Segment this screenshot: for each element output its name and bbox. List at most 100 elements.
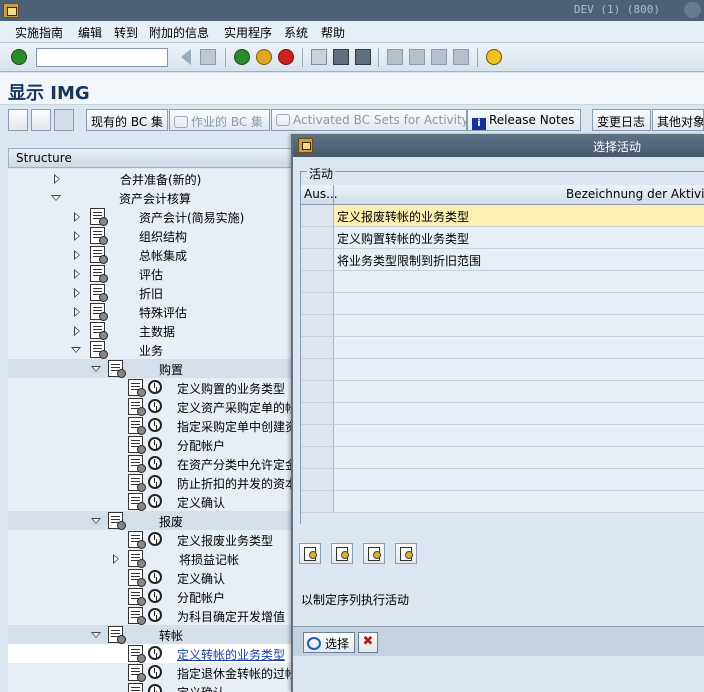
empty-row[interactable] (301, 359, 704, 381)
documentation-icon[interactable] (90, 284, 108, 302)
documentation-activity-icon[interactable] (395, 543, 417, 564)
tree-activity[interactable]: 指定采购定单中创建资 (8, 416, 298, 435)
expand-arrow-icon[interactable] (74, 288, 80, 298)
tree-activity-selected[interactable]: 定义转帐的业务类型 (8, 644, 298, 663)
tree-activity[interactable]: 在资产分类中允许定金 (8, 454, 298, 473)
row-selector[interactable] (301, 403, 334, 424)
tree-activity[interactable]: 指定退休金转帐的过帐变量 (8, 663, 321, 682)
documentation-icon[interactable] (90, 227, 108, 245)
empty-row[interactable] (301, 491, 704, 513)
tree-node[interactable]: 特殊评估 (8, 302, 298, 321)
row-selector[interactable] (301, 249, 334, 270)
collapse-arrow-icon[interactable] (71, 347, 81, 353)
first-page-icon[interactable] (387, 49, 403, 65)
tree-activity[interactable]: 分配帐户 (8, 587, 298, 606)
menu-utilities[interactable]: 实用程序 (224, 24, 272, 41)
tree-node[interactable]: 将损益记帐 (8, 549, 298, 568)
last-page-icon[interactable] (453, 49, 469, 65)
execute-activity-icon[interactable] (148, 456, 162, 470)
empty-row[interactable] (301, 403, 704, 425)
documentation-icon[interactable] (90, 208, 108, 226)
existing-bc-sets-button[interactable]: 现有的 BC 集 (86, 109, 168, 131)
collapse-arrow-icon[interactable] (91, 518, 101, 524)
documentation-icon[interactable] (90, 341, 108, 359)
row-selector[interactable] (301, 491, 334, 512)
tree-activity[interactable]: 分配帐户 (8, 435, 298, 454)
menu-system[interactable]: 系统 (284, 24, 308, 41)
activity-row[interactable]: 定义购置转帐的业务类型 (301, 227, 704, 249)
expand-arrow-icon[interactable] (113, 554, 119, 564)
execute-activity-icon[interactable] (148, 437, 162, 451)
documentation-icon[interactable] (108, 512, 126, 530)
find-next-icon[interactable] (355, 49, 371, 65)
menu-help[interactable]: 帮助 (321, 24, 345, 41)
documentation-icon[interactable] (128, 550, 146, 568)
next-page-icon[interactable] (431, 49, 447, 65)
documentation-icon[interactable] (128, 607, 146, 625)
expand-arrow-icon[interactable] (54, 174, 60, 184)
documentation-icon[interactable] (128, 569, 146, 587)
previous-page-icon[interactable] (409, 49, 425, 65)
empty-row[interactable] (301, 293, 704, 315)
find-icon[interactable] (333, 49, 349, 65)
documentation-icon[interactable] (108, 360, 126, 378)
tree-node[interactable]: 购置 (8, 359, 298, 378)
documentation-icon[interactable] (128, 588, 146, 606)
release-notes-button[interactable]: i Release Notes (467, 109, 581, 131)
documentation-icon[interactable] (90, 303, 108, 321)
execute-activity-icon[interactable] (148, 399, 162, 413)
execute-activity-icon[interactable] (148, 684, 162, 692)
documentation-icon[interactable] (90, 246, 108, 264)
execute-activity-icon[interactable] (148, 494, 162, 508)
collapse-arrow-icon[interactable] (51, 195, 61, 201)
row-selector[interactable] (301, 447, 334, 468)
execute-activity-icon[interactable] (148, 665, 162, 679)
row-selector[interactable] (301, 205, 334, 226)
documentation-icon[interactable] (128, 645, 146, 663)
menu-additional-info[interactable]: 附加的信息 (149, 24, 209, 41)
tree-activity[interactable]: 定义确认 (8, 682, 298, 692)
documentation-icon[interactable] (128, 493, 146, 511)
tree-activity[interactable]: 定义资产采购定单的帐 (8, 397, 298, 416)
window-control-icon[interactable] (684, 2, 701, 18)
empty-row[interactable] (301, 315, 704, 337)
tree-activity[interactable]: 定义确认 (8, 568, 298, 587)
activated-bc-sets-button[interactable]: Activated BC Sets for Activity (271, 109, 467, 131)
documentation-icon[interactable] (128, 436, 146, 454)
documentation-icon[interactable] (90, 265, 108, 283)
row-selector[interactable] (301, 293, 334, 314)
expand-arrow-icon[interactable] (74, 250, 80, 260)
activity-row[interactable]: 定义报废转帐的业务类型 (301, 205, 704, 227)
empty-row[interactable] (301, 425, 704, 447)
execute-activity-icon[interactable] (148, 475, 162, 489)
row-selector[interactable] (301, 337, 334, 358)
print-icon[interactable] (311, 49, 327, 65)
expand-arrow-icon[interactable] (74, 307, 80, 317)
documentation-icon[interactable] (128, 379, 146, 397)
empty-row[interactable] (301, 469, 704, 491)
documentation-icon[interactable] (128, 417, 146, 435)
expand-arrow-icon[interactable] (74, 212, 80, 222)
documentation-icon[interactable] (128, 474, 146, 492)
row-selector[interactable] (301, 271, 334, 292)
execute-activity-icon[interactable] (148, 589, 162, 603)
empty-row[interactable] (301, 271, 704, 293)
tree-node-label[interactable]: 定义转帐的业务类型 (177, 646, 285, 663)
select-all-icon[interactable] (299, 543, 321, 564)
execute-activity-icon[interactable] (148, 646, 162, 660)
choose-button[interactable]: 选择 (303, 632, 355, 653)
tree-node[interactable]: 评估 (8, 264, 298, 283)
tree-node[interactable]: 转帐 (8, 625, 298, 644)
tree-node[interactable]: 合并准备(新的) (8, 169, 298, 188)
collapse-icon[interactable] (54, 109, 74, 131)
execute-activity-icon[interactable] (148, 532, 162, 546)
tree-node[interactable]: 折旧 (8, 283, 298, 302)
tree-node[interactable]: 报废 (8, 511, 298, 530)
documentation-icon[interactable] (128, 664, 146, 682)
tree-node[interactable]: 总帐集成 (8, 245, 298, 264)
documentation-icon[interactable] (90, 322, 108, 340)
column-header-selection[interactable]: Aus... (301, 185, 338, 204)
execute-activity-icon[interactable] (148, 570, 162, 584)
documentation-icon[interactable] (108, 626, 126, 644)
deselect-all-icon[interactable] (331, 543, 353, 564)
